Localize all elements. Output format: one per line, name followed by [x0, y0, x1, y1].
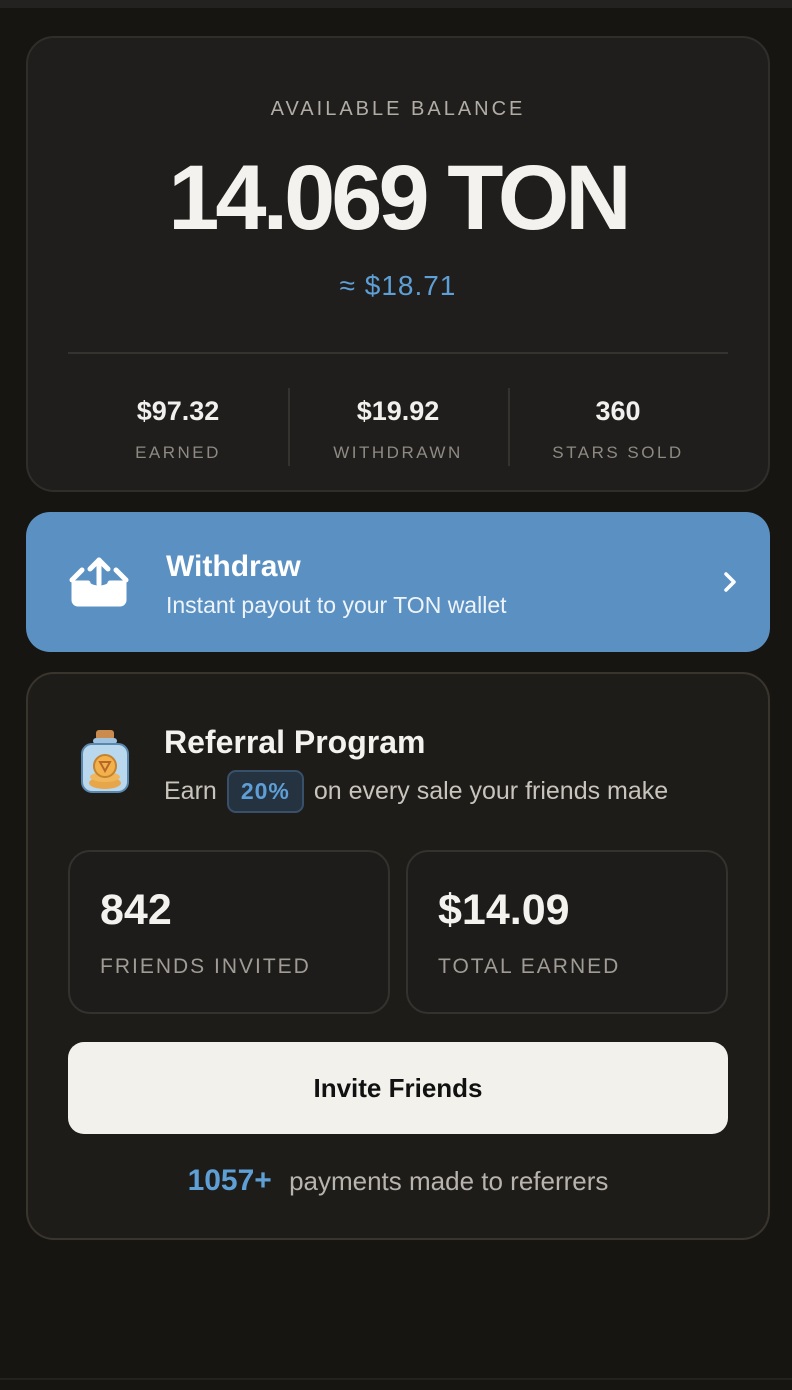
payments-text: payments made to referrers: [289, 1166, 609, 1196]
withdraw-button[interactable]: Withdraw Instant payout to your TON wall…: [26, 512, 770, 652]
balance-usd-value: ≈ $18.71: [339, 270, 457, 301]
stat-value: $19.92: [356, 396, 440, 426]
stat-value: 360: [595, 396, 641, 426]
divider: [68, 352, 728, 354]
coin-jar-icon: [81, 730, 129, 793]
balance-label: AVAILABLE BALANCE: [270, 98, 526, 120]
ref-stat-label: FRIENDS INVITED: [100, 955, 311, 978]
withdraw-subtitle: Instant payout to your TON wallet: [166, 592, 507, 618]
bottom-divider: [0, 1378, 792, 1380]
referral-sub-prefix: Earn: [164, 777, 217, 805]
balance-card: AVAILABLE BALANCE 14.069 TON ≈ $18.71 $9…: [26, 36, 770, 492]
ref-stat-value: $14.09: [438, 886, 570, 934]
upload-tray-icon: [69, 557, 129, 607]
balance-stats: $97.32 EARNED $19.92 WITHDRAWN 360 STARS…: [68, 388, 728, 468]
stat-label: EARNED: [135, 443, 221, 462]
stat-stars-sold: 360 STARS SOLD: [508, 388, 728, 468]
referral-sub-suffix: on every sale your friends make: [313, 777, 669, 805]
wallet-screen: AVAILABLE BALANCE 14.069 TON ≈ $18.71 $9…: [0, 0, 792, 1390]
payments-count: 1057+: [187, 1164, 272, 1197]
stat-earned: $97.32 EARNED: [68, 388, 288, 468]
total-earned-card: $14.09 TOTAL EARNED: [406, 850, 728, 1014]
friends-invited-card: 842 FRIENDS INVITED: [68, 850, 390, 1014]
stat-label: WITHDRAWN: [333, 443, 463, 462]
chevron-right-icon: [724, 572, 736, 592]
withdraw-title: Withdraw: [166, 550, 301, 583]
referral-title: Referral Program: [164, 724, 426, 760]
payments-summary: 1057+ payments made to referrers: [28, 1164, 768, 1198]
percent-badge: 20%: [226, 770, 304, 813]
balance-amount: 14.069 TON: [168, 147, 632, 249]
ref-stat-value: 842: [100, 886, 172, 934]
referral-stats: 842 FRIENDS INVITED $14.09 TOTAL EARNED: [68, 850, 728, 1014]
stat-value: $97.32: [136, 396, 220, 426]
referral-card: Referral Program Earn 20% on every sale …: [26, 672, 770, 1240]
stat-withdrawn: $19.92 WITHDRAWN: [288, 388, 508, 468]
stat-label: STARS SOLD: [552, 443, 684, 462]
referral-subtitle: Earn 20% on every sale your friends make: [164, 770, 668, 813]
invite-friends-button[interactable]: Invite Friends: [68, 1042, 728, 1134]
ref-stat-label: TOTAL EARNED: [438, 955, 621, 978]
